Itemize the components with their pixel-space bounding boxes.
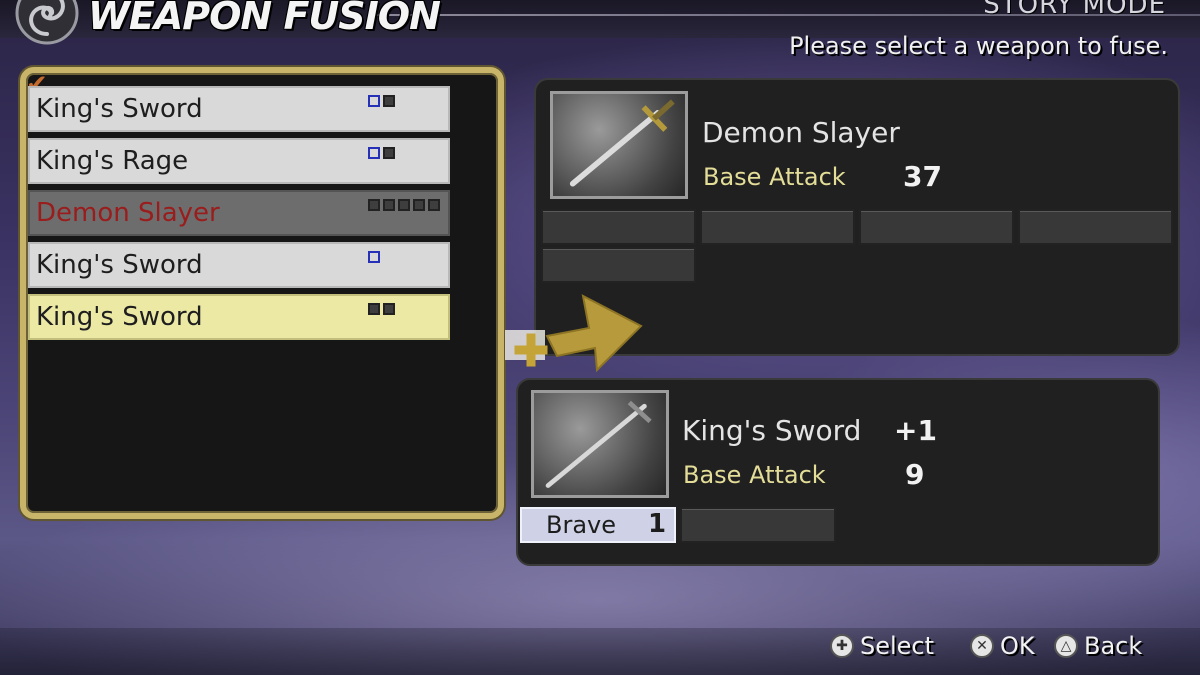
empty-slot-icon bbox=[368, 251, 380, 263]
weapon-list-item: Demon Slayer bbox=[28, 190, 450, 236]
filled-slot-icon bbox=[383, 95, 395, 107]
weapon-list-item[interactable]: King's Sword bbox=[28, 86, 450, 132]
instruction-text: Please select a weapon to fuse. bbox=[789, 32, 1168, 60]
result-base-attack: 37 bbox=[903, 160, 942, 193]
filled-slot-icon bbox=[398, 199, 410, 211]
screen-title: WEAPON FUSION bbox=[88, 0, 441, 38]
weapon-list-item-name: King's Sword bbox=[36, 250, 203, 280]
filled-slot-icon bbox=[383, 199, 395, 211]
weapon-list-item-name: King's Sword bbox=[36, 94, 203, 124]
result-weapon-name: Demon Slayer bbox=[702, 116, 900, 149]
weapon-list-item[interactable]: King's Sword bbox=[28, 242, 450, 288]
ability-slot-indicator bbox=[368, 147, 452, 159]
result-stat-label: Base Attack bbox=[703, 163, 846, 191]
weapon-list-item-name: Demon Slayer bbox=[36, 198, 220, 228]
ability-slot bbox=[1018, 209, 1173, 245]
ability-slot-indicator bbox=[368, 303, 452, 315]
filled-slot-icon bbox=[383, 303, 395, 315]
filled-slot-icon bbox=[383, 147, 395, 159]
back-hint-label: Back bbox=[1084, 632, 1143, 660]
select-hint[interactable]: ✚ Select bbox=[830, 632, 934, 660]
material-bonus: +1 bbox=[894, 414, 937, 447]
weapon-list-item-name: King's Sword bbox=[36, 302, 203, 332]
sword-thumbnail bbox=[531, 390, 669, 498]
dpad-icon: ✚ bbox=[830, 634, 854, 658]
swirl-emblem-icon bbox=[15, 0, 79, 45]
gold-plus-arrow-icon bbox=[505, 294, 643, 373]
sword-icon bbox=[569, 99, 675, 187]
ability-slot-indicator bbox=[368, 95, 452, 107]
ability-slot bbox=[541, 209, 696, 245]
ability-slot bbox=[541, 247, 696, 283]
empty-slot-icon bbox=[368, 147, 380, 159]
material-base-attack: 9 bbox=[905, 458, 925, 491]
ability-slot bbox=[859, 209, 1014, 245]
weapon-list-panel bbox=[20, 67, 504, 519]
filled-slot-icon bbox=[413, 199, 425, 211]
triangle-button-icon: △ bbox=[1054, 634, 1078, 658]
mode-label: STORY MODE bbox=[983, 0, 1166, 20]
sword-thumbnail bbox=[550, 91, 688, 199]
ok-hint[interactable]: ✕ OK bbox=[970, 632, 1035, 660]
filled-slot-icon bbox=[428, 199, 440, 211]
sword-icon bbox=[545, 400, 652, 488]
back-hint[interactable]: △ Back bbox=[1054, 632, 1142, 660]
filled-slot-icon bbox=[368, 303, 380, 315]
ability-slot-indicator bbox=[368, 251, 452, 263]
empty-slot-icon bbox=[368, 95, 380, 107]
material-weapon-name: King's Sword bbox=[682, 414, 862, 447]
ability-slot bbox=[680, 507, 836, 543]
cross-button-icon: ✕ bbox=[970, 634, 994, 658]
weapon-list-item[interactable]: King's Rage bbox=[28, 138, 450, 184]
weapon-list-item-name: King's Rage bbox=[36, 146, 189, 176]
ok-hint-label: OK bbox=[1000, 632, 1035, 660]
material-stat-label: Base Attack bbox=[683, 461, 826, 489]
ability-slot-indicator bbox=[368, 199, 452, 211]
weapon-list-item-selected[interactable]: King's Sword bbox=[28, 294, 450, 340]
select-hint-label: Select bbox=[860, 632, 935, 660]
filled-slot-icon bbox=[368, 199, 380, 211]
ability-level: 1 bbox=[648, 509, 667, 539]
ability-slot bbox=[700, 209, 855, 245]
